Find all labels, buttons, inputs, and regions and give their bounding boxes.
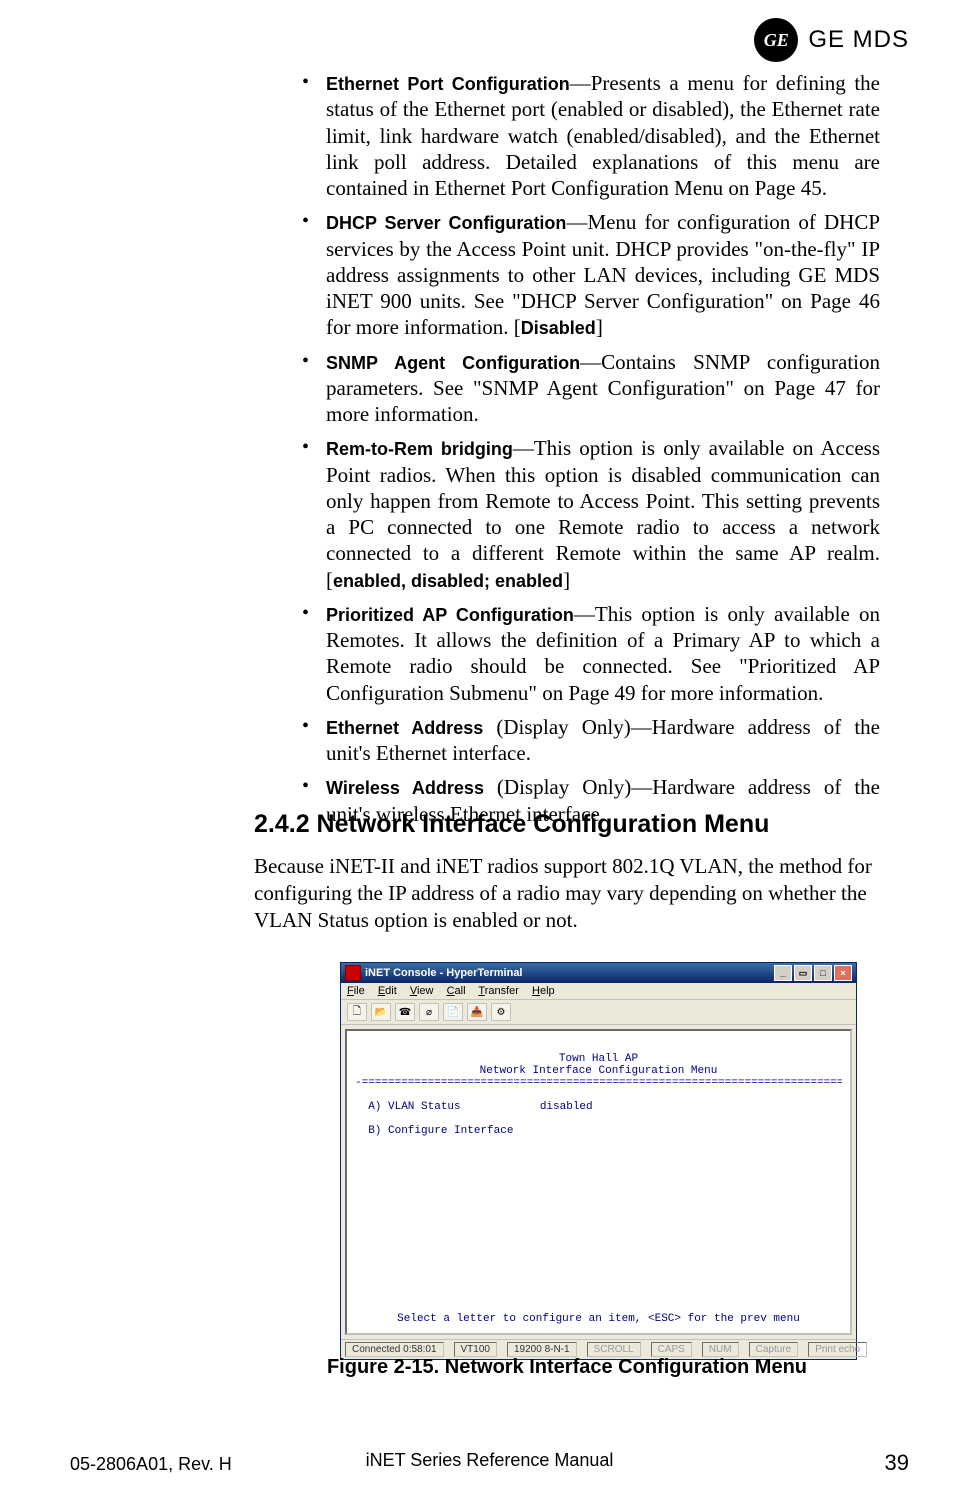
status-caps: CAPS	[651, 1342, 692, 1357]
list-item: Prioritized AP Configuration—This option…	[300, 601, 880, 706]
bullet-text: —This option is only available on Access…	[326, 436, 880, 591]
bullet-mid-plain: (Display Only)	[483, 715, 631, 739]
terminal-row-a: A) VLAN Status disabled	[355, 1101, 593, 1113]
bullet-list: Ethernet Port Configuration—Presents a m…	[300, 70, 880, 827]
status-emulation: VT100	[454, 1342, 497, 1357]
status-capture: Capture	[749, 1342, 799, 1357]
bullet-label: SNMP Agent Configuration	[326, 353, 580, 373]
list-item: Rem-to-Rem bridging—This option is only …	[300, 435, 880, 593]
toolbar: 🗋 📂 ☎ ⌀ 📄 📥 ⚙	[341, 1000, 856, 1025]
connect-icon[interactable]: ☎	[395, 1003, 415, 1021]
list-item: DHCP Server Configuration—Menu for confi…	[300, 209, 880, 340]
brand-logo: GE GE MDS	[754, 18, 909, 62]
close-button[interactable]: ×	[834, 965, 852, 981]
open-icon[interactable]: 📂	[371, 1003, 391, 1021]
menu-help[interactable]: Help	[532, 985, 555, 997]
menu-transfer[interactable]: Transfer	[478, 985, 519, 997]
bullet-label: Ethernet Port Configuration	[326, 74, 570, 94]
menu-edit[interactable]: Edit	[378, 985, 397, 997]
terminal-title-1: Town Hall AP	[355, 1053, 842, 1065]
ge-monogram-text: GE	[764, 30, 789, 51]
disconnect-icon[interactable]: ⌀	[419, 1003, 439, 1021]
bullet-list-column: Ethernet Port Configuration—Presents a m…	[300, 70, 880, 835]
bullet-tail-after: ]	[596, 315, 603, 339]
section-paragraph: Because iNET-II and iNET radios support …	[254, 853, 880, 934]
status-scroll: SCROLL	[587, 1342, 641, 1357]
hyperterminal-window: iNET Console - HyperTerminal _ ▭ □ × Fil…	[340, 962, 857, 1360]
status-connected: Connected 0:58:01	[345, 1342, 444, 1357]
bullet-tail-bold: Disabled	[521, 318, 596, 338]
footer-center: iNET Series Reference Manual	[70, 1450, 909, 1471]
bullet-mid-plain: (Display Only)	[484, 775, 631, 799]
restore-button[interactable]: ▭	[794, 965, 812, 981]
bullet-tail-after: ]	[563, 568, 570, 592]
menubar: File Edit View Call Transfer Help	[341, 983, 856, 1000]
new-icon[interactable]: 🗋	[347, 1003, 367, 1021]
minimize-button[interactable]: _	[774, 965, 792, 981]
bullet-label: Ethernet Address	[326, 718, 483, 738]
menu-view[interactable]: View	[410, 985, 434, 997]
menu-call[interactable]: Call	[447, 985, 466, 997]
send-icon[interactable]: 📄	[443, 1003, 463, 1021]
properties-icon[interactable]: ⚙	[491, 1003, 511, 1021]
status-num: NUM	[702, 1342, 739, 1357]
figure-caption: Figure 2-15. Network Interface Configura…	[254, 1356, 880, 1379]
figure-hyperterminal: iNET Console - HyperTerminal _ ▭ □ × Fil…	[340, 962, 855, 1360]
window-title: iNET Console - HyperTerminal	[365, 967, 523, 979]
page-root: GE GE MDS Ethernet Port Configuration—Pr…	[0, 0, 979, 1504]
bullet-tail-bold: enabled, disabled; enabled	[333, 571, 563, 591]
terminal-row-b: B) Configure Interface	[355, 1125, 513, 1137]
bullet-label: DHCP Server Configuration	[326, 213, 566, 233]
section-heading: 2.4.2 Network Interface Configuration Me…	[254, 810, 880, 839]
menu-file[interactable]: File	[347, 985, 365, 997]
list-item: Ethernet Address (Display Only)—Hardware…	[300, 714, 880, 767]
terminal-rule: -=======================================…	[355, 1077, 842, 1089]
status-baud: 19200 8-N-1	[507, 1342, 577, 1357]
list-item: SNMP Agent Configuration—Contains SNMP c…	[300, 349, 880, 428]
maximize-button[interactable]: □	[814, 965, 832, 981]
bullet-label: Rem-to-Rem bridging	[326, 439, 513, 459]
terminal-footer: Select a letter to configure an item, <E…	[347, 1313, 850, 1325]
bullet-label: Wireless Address	[326, 778, 484, 798]
window-titlebar: iNET Console - HyperTerminal _ ▭ □ ×	[341, 963, 856, 983]
list-item: Ethernet Port Configuration—Presents a m…	[300, 70, 880, 201]
receive-icon[interactable]: 📥	[467, 1003, 487, 1021]
section-block: 2.4.2 Network Interface Configuration Me…	[254, 810, 880, 950]
terminal-title-2: Network Interface Configuration Menu	[355, 1065, 842, 1077]
status-echo: Print echo	[808, 1342, 867, 1357]
terminal-pane[interactable]: Town Hall APNetwork Interface Configurat…	[345, 1029, 852, 1335]
page-footer: 05-2806A01, Rev. H iNET Series Reference…	[70, 1450, 909, 1476]
ge-monogram-icon: GE	[754, 18, 798, 62]
bullet-label: Prioritized AP Configuration	[326, 605, 574, 625]
app-icon	[345, 965, 361, 981]
brand-text: GE MDS	[808, 26, 909, 54]
